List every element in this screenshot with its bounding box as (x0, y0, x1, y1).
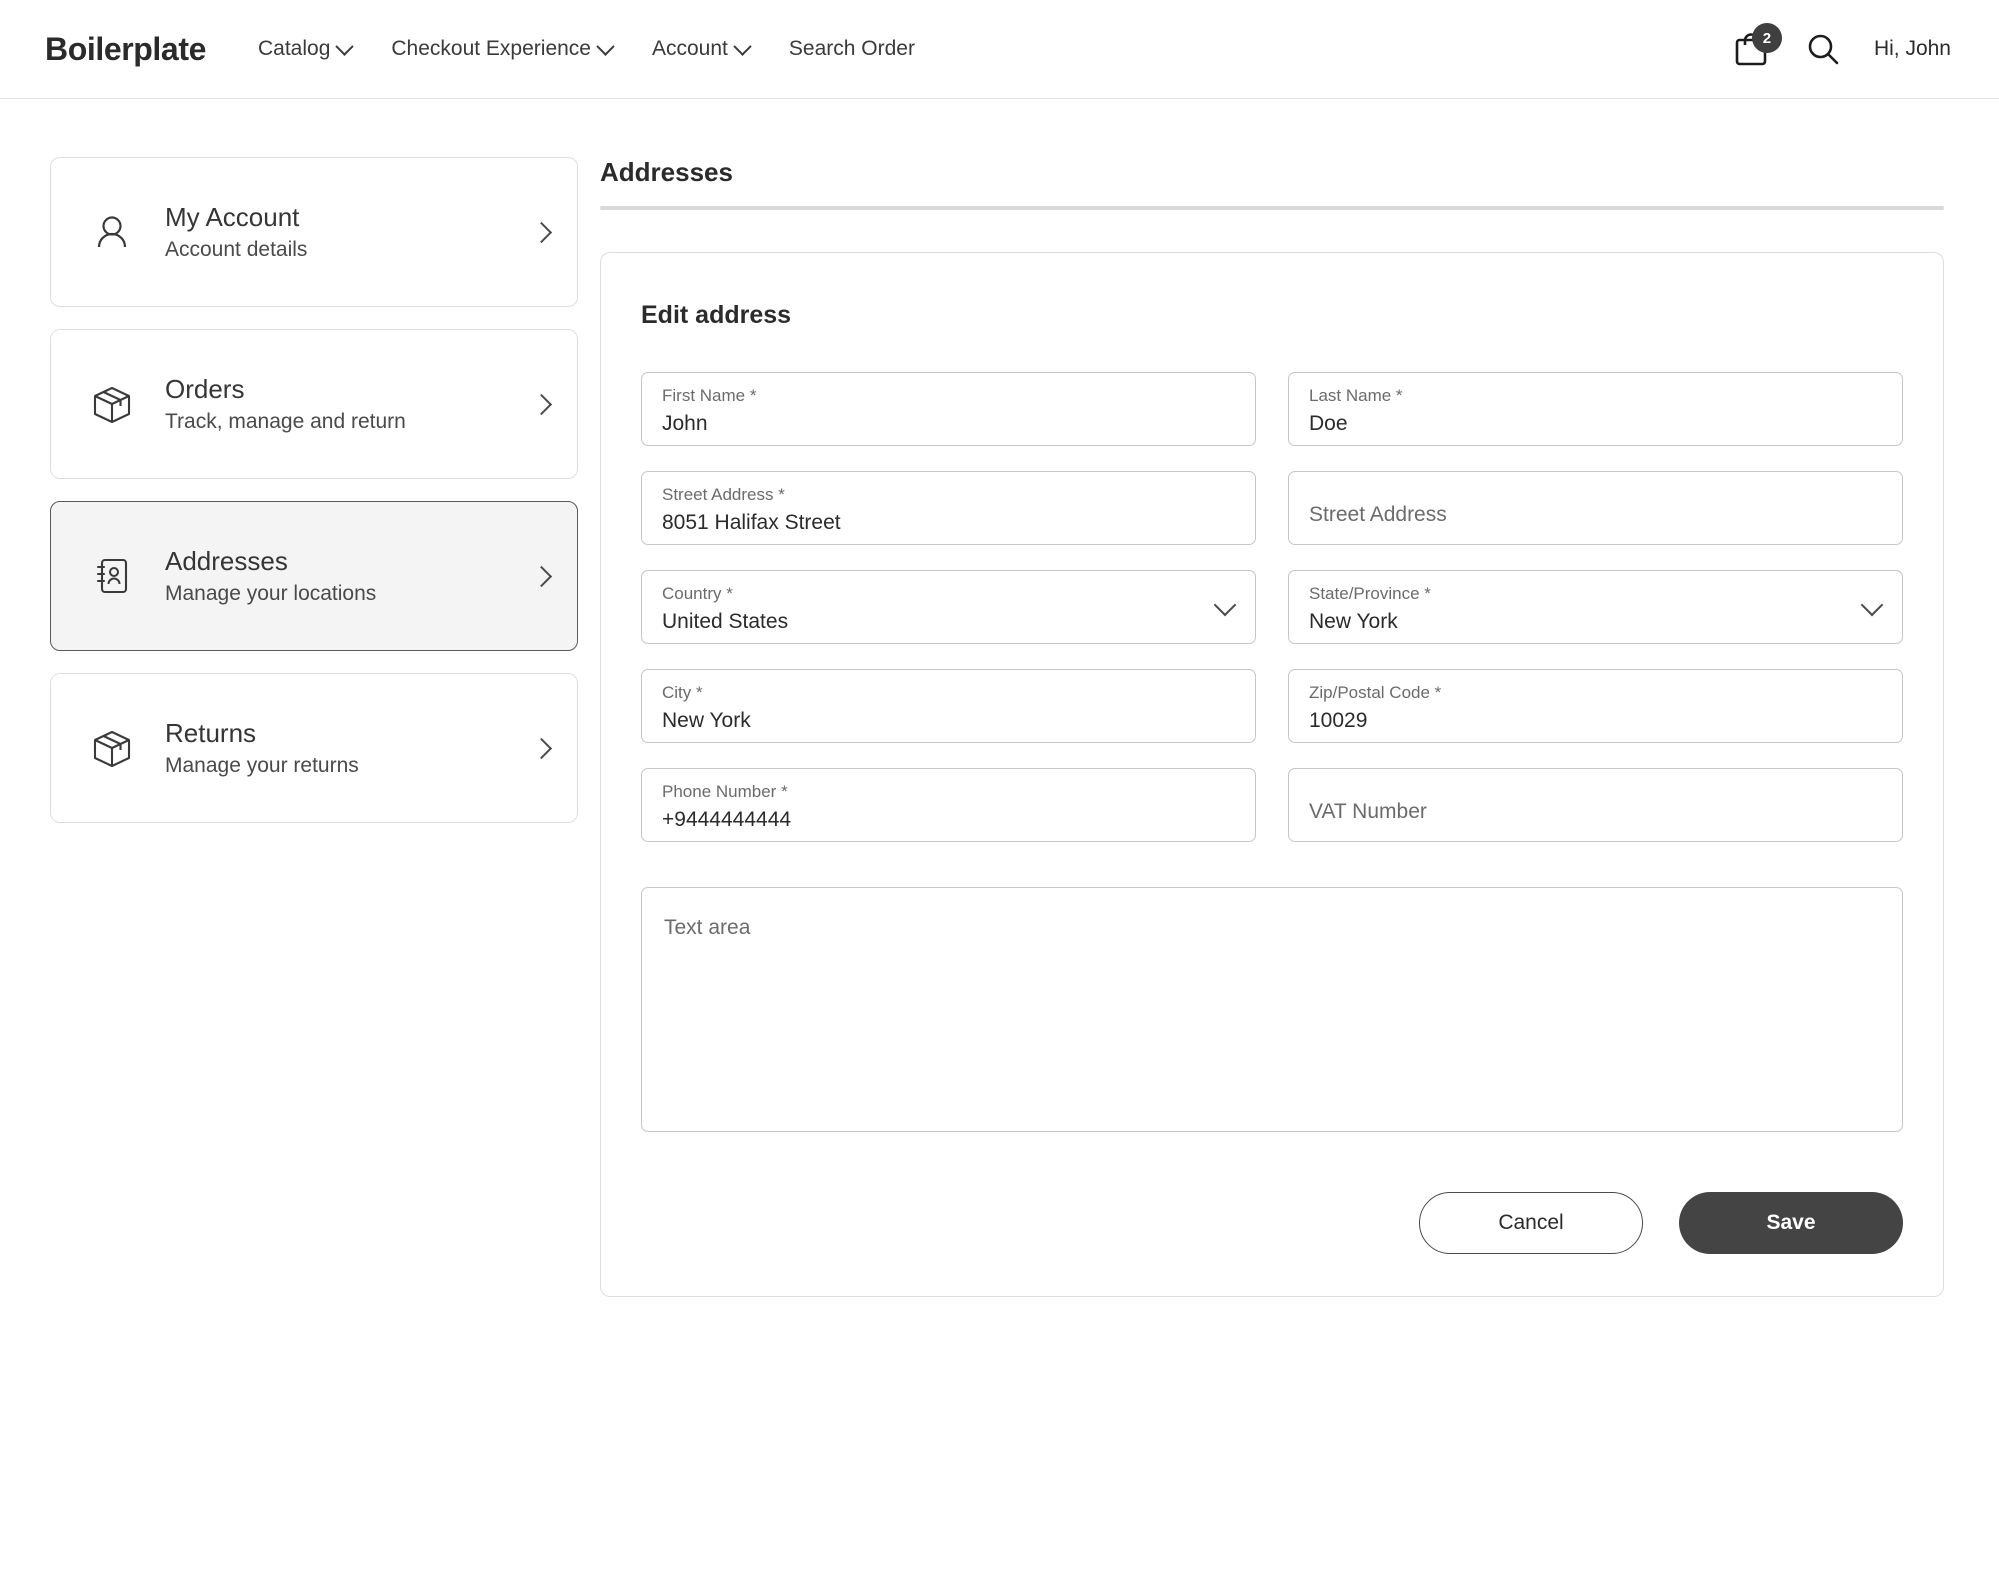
edit-address-panel: Edit address First Name * John Last Name… (600, 252, 1944, 1297)
phone-number-field[interactable]: Phone Number * +9444444444 (641, 768, 1256, 842)
zip-postal-code-label: Zip/Postal Code * (1309, 683, 1442, 702)
sidebar-item-subtitle: Account details (165, 238, 308, 262)
last-name-field[interactable]: Last Name * Doe (1288, 372, 1903, 446)
cart-button[interactable]: 2 (1732, 23, 1782, 71)
street-address-1-value: 8051 Halifax Street (662, 510, 841, 534)
sidebar-item-orders[interactable]: Orders Track, manage and return (50, 329, 578, 479)
sidebar-item-title: Addresses (165, 545, 288, 576)
search-button[interactable] (1806, 32, 1840, 66)
city-value: New York (662, 708, 751, 732)
sidebar-item-title: Orders (165, 373, 245, 404)
street-address-2-field[interactable]: Street Address (1288, 471, 1903, 545)
notes-textarea[interactable]: Text area (641, 887, 1903, 1132)
nav-item-search-order[interactable]: Search Order (789, 37, 915, 61)
country-select[interactable]: Country * United States (641, 570, 1256, 644)
brand-logo[interactable]: Boilerplate (45, 31, 206, 68)
sidebar-item-my-account[interactable]: My Account Account details (50, 157, 578, 307)
save-button[interactable]: Save (1679, 1192, 1903, 1254)
chevron-down-icon (596, 36, 615, 56)
cart-badge: 2 (1751, 23, 1782, 53)
search-icon (1808, 34, 1839, 65)
country-label: Country * (662, 584, 733, 603)
zip-postal-code-field[interactable]: Zip/Postal Code * 10029 (1288, 669, 1903, 743)
chevron-right-icon (530, 737, 553, 759)
chevron-right-icon (530, 565, 553, 587)
form-actions: Cancel Save (641, 1192, 1903, 1254)
main-content: Addresses Edit address First Name * John… (600, 157, 1999, 1297)
last-name-label: Last Name * (1309, 386, 1403, 405)
city-label: City * (662, 683, 703, 702)
last-name-value: Doe (1309, 411, 1348, 435)
nav-item-checkout-experience[interactable]: Checkout Experience (391, 36, 615, 61)
sidebar-item-title: My Account (165, 201, 300, 232)
street-address-1-field[interactable]: Street Address * 8051 Halifax Street (641, 471, 1256, 545)
sidebar-item-subtitle: Manage your locations (165, 582, 377, 606)
title-divider (600, 206, 1944, 210)
page-title: Addresses (600, 157, 733, 187)
sidebar-item-title: Returns (165, 717, 257, 748)
vat-number-field[interactable]: VAT Number (1288, 768, 1903, 842)
nav-item-label: Checkout Experience (391, 37, 591, 60)
sidebar-item-subtitle: Manage your returns (165, 754, 359, 778)
street-address-2-placeholder: Street Address (1309, 503, 1447, 527)
nav-item-label: Account (652, 37, 728, 60)
site-header: Boilerplate Catalog Checkout Experience … (0, 0, 1999, 99)
account-sidebar: My Account Account details Orders Track,… (0, 157, 600, 1297)
country-value: United States (662, 609, 789, 633)
state-province-value: New York (1309, 609, 1398, 633)
nav-item-account[interactable]: Account (652, 36, 752, 61)
main-navigation: Catalog Checkout Experience Account Sear… (257, 36, 915, 61)
nav-item-catalog[interactable]: Catalog (257, 36, 355, 61)
cancel-button[interactable]: Cancel (1419, 1192, 1643, 1254)
first-name-field[interactable]: First Name * John (641, 372, 1256, 446)
street-address-1-label: Street Address * (662, 485, 785, 504)
first-name-value: John (662, 411, 708, 435)
notes-textarea-placeholder: Text area (664, 916, 751, 939)
address-book-icon (81, 553, 143, 599)
chevron-right-icon (530, 393, 553, 415)
chevron-right-icon (530, 221, 553, 243)
nav-item-label: Catalog (257, 37, 331, 60)
chevron-down-icon (733, 36, 752, 56)
chevron-down-icon (335, 36, 355, 56)
phone-number-label: Phone Number * (662, 782, 788, 801)
sidebar-item-returns[interactable]: Returns Manage your returns (50, 673, 578, 823)
state-province-label: State/Province * (1309, 584, 1431, 603)
sidebar-item-addresses[interactable]: Addresses Manage your locations (50, 501, 578, 651)
phone-number-value: +9444444444 (662, 807, 792, 831)
nav-item-label: Search Order (788, 37, 915, 60)
address-form: First Name * John Last Name * Doe Street… (641, 372, 1903, 1132)
vat-number-placeholder: VAT Number (1309, 800, 1427, 824)
city-field[interactable]: City * New York (641, 669, 1256, 743)
package-box-icon (81, 381, 143, 427)
state-province-select[interactable]: State/Province * New York (1288, 570, 1903, 644)
zip-postal-code-value: 10029 (1309, 708, 1368, 732)
package-box-icon (81, 725, 143, 771)
first-name-label: First Name * (662, 386, 757, 405)
sidebar-item-subtitle: Track, manage and return (165, 410, 406, 434)
page-body: My Account Account details Orders Track,… (0, 99, 1999, 1297)
panel-title: Edit address (641, 301, 792, 329)
header-actions: 2 Hi, John (1732, 23, 1951, 71)
user-greeting[interactable]: Hi, John (1874, 37, 1951, 61)
person-icon (81, 210, 143, 254)
